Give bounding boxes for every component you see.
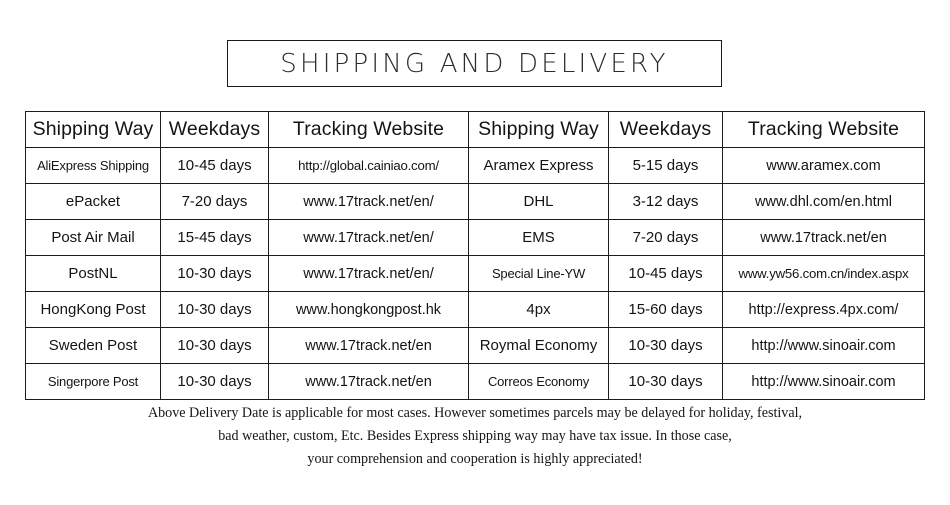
cell-tracking-website-right: http://express.4px.com/ <box>722 291 925 328</box>
cell-shipping-way-left: Singerpore Post <box>25 363 161 400</box>
cell-weekdays-left: 10-30 days <box>160 363 269 400</box>
page-title: SHIPPING AND DELIVERY <box>280 48 669 79</box>
cell-weekdays-right: 7-20 days <box>608 219 723 256</box>
cell-shipping-way-right: EMS <box>468 219 609 256</box>
cell-shipping-way-left: AliExpress Shipping <box>25 147 161 184</box>
column-header-weekdays-right: Weekdays <box>608 111 723 148</box>
column-header-tracking-website-right: Tracking Website <box>722 111 925 148</box>
column-header-shipping-way-left: Shipping Way <box>25 111 161 148</box>
cell-weekdays-left: 10-30 days <box>160 291 269 328</box>
cell-tracking-website-right: www.aramex.com <box>722 147 925 184</box>
cell-tracking-website-right: www.yw56.com.cn/index.aspx <box>722 255 925 292</box>
cell-tracking-website-left: http://global.cainiao.com/ <box>268 147 469 184</box>
cell-shipping-way-left: Sweden Post <box>25 327 161 364</box>
cell-weekdays-right: 3-12 days <box>608 183 723 220</box>
shipping-delivery-table: Shipping Way Weekdays Tracking Website Ship… <box>25 111 925 400</box>
cell-tracking-website-left: www.17track.net/en <box>268 363 469 400</box>
footer-note: Above Delivery Date is applicable for mo… <box>0 402 950 471</box>
cell-tracking-website-left: www.17track.net/en/ <box>268 219 469 256</box>
cell-shipping-way-right: Roymal Economy <box>468 327 609 364</box>
cell-weekdays-left: 7-20 days <box>160 183 269 220</box>
cell-shipping-way-right: Special Line-YW <box>468 255 609 292</box>
cell-weekdays-right: 10-30 days <box>608 363 723 400</box>
cell-weekdays-left: 10-30 days <box>160 327 269 364</box>
title-box: SHIPPING AND DELIVERY <box>227 40 722 87</box>
cell-shipping-way-right: Correos Economy <box>468 363 609 400</box>
cell-weekdays-left: 10-30 days <box>160 255 269 292</box>
cell-shipping-way-left: PostNL <box>25 255 161 292</box>
cell-shipping-way-right: Aramex Express <box>468 147 609 184</box>
cell-shipping-way-right: DHL <box>468 183 609 220</box>
cell-weekdays-right: 15-60 days <box>608 291 723 328</box>
cell-tracking-website-left: www.17track.net/en <box>268 327 469 364</box>
column-header-tracking-website-left: Tracking Website <box>268 111 469 148</box>
table-row: ePacket 7-20 days www.17track.net/en/DHL 3-… <box>25 183 925 220</box>
cell-shipping-way-left: Post Air Mail <box>25 219 161 256</box>
cell-tracking-website-right: http://www.sinoair.com <box>722 363 925 400</box>
table-row: Sweden Post 10-30 days www.17track.net/en R… <box>25 327 925 364</box>
cell-weekdays-right: 5-15 days <box>608 147 723 184</box>
cell-tracking-website-right: www.17track.net/en <box>722 219 925 256</box>
cell-shipping-way-right: 4px <box>468 291 609 328</box>
cell-weekdays-left: 15-45 days <box>160 219 269 256</box>
table-row: Post Air Mail 15-45 days www.17track.net/e… <box>25 219 925 256</box>
footer-line-2: bad weather, custom, Etc. Besides Expres… <box>218 428 732 444</box>
table-row: AliExpress Shipping 10-45 days http://glob… <box>25 147 925 184</box>
cell-weekdays-right: 10-45 days <box>608 255 723 292</box>
table-row: PostNL 10-30 days www.17track.net/en/Speci… <box>25 255 925 292</box>
footer-line-1: Above Delivery Date is applicable for mo… <box>147 405 803 421</box>
column-header-weekdays-left: Weekdays <box>160 111 269 148</box>
cell-tracking-website-left: www.hongkongpost.hk <box>268 291 469 328</box>
table-row: Singerpore Post 10-30 days www.17track.net… <box>25 363 925 400</box>
cell-weekdays-right: 10-30 days <box>608 327 723 364</box>
cell-shipping-way-left: ePacket <box>25 183 161 220</box>
table-header-row: Shipping Way Weekdays Tracking Website Ship… <box>25 111 925 148</box>
cell-tracking-website-left: www.17track.net/en/ <box>268 255 469 292</box>
cell-weekdays-left: 10-45 days <box>160 147 269 184</box>
footer-line-3: your comprehension and cooperation is hi… <box>307 451 643 467</box>
cell-tracking-website-right: http://www.sinoair.com <box>722 327 925 364</box>
table-row: HongKong Post 10-30 days www.hongkongpost.… <box>25 291 925 328</box>
cell-shipping-way-left: HongKong Post <box>25 291 161 328</box>
cell-tracking-website-right: www.dhl.com/en.html <box>722 183 925 220</box>
cell-tracking-website-left: www.17track.net/en/ <box>268 183 469 220</box>
column-header-shipping-way-right: Shipping Way <box>468 111 609 148</box>
